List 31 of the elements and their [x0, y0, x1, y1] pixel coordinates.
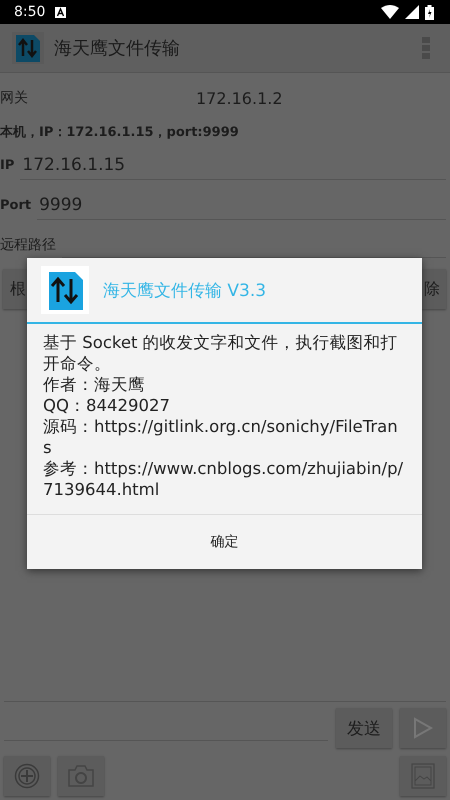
send-button[interactable]: 发送: [336, 708, 392, 748]
battery-icon: [425, 4, 434, 20]
ip-field[interactable]: 172.16.1.15: [20, 150, 446, 180]
dialog-text: QQ：84429027: [43, 395, 171, 416]
notification-icon: [55, 6, 66, 18]
camera-icon: [68, 765, 94, 787]
image-icon: [411, 763, 435, 789]
play-button[interactable]: [400, 708, 446, 748]
port-field[interactable]: 9999: [37, 190, 446, 220]
gallery-button[interactable]: [400, 756, 446, 796]
local-info: 本机，IP：172.16.1.15，port:9999: [0, 124, 240, 142]
dialog-text: 参考：https://www.cnblogs.com/zhujiabin/p/7139644.html: [43, 458, 404, 500]
circle-plus-icon: [14, 763, 40, 789]
ok-button[interactable]: 确定: [27, 515, 422, 569]
ip-label: IP: [0, 158, 14, 172]
clock: 8:50: [14, 4, 46, 20]
app-title: 海天鹰文件传输: [54, 37, 180, 60]
remote-path-label: 远程路径: [0, 236, 56, 254]
gateway-value: 172.16.1.2: [196, 88, 283, 108]
dialog-text: 基于 Socket 的收发文字和文件，执行截图和打开命令。: [43, 332, 399, 374]
wifi-icon: [381, 5, 399, 19]
signal-icon: [405, 5, 419, 19]
gateway-label: 网关: [0, 89, 29, 107]
port-label: Port: [0, 198, 32, 212]
dialog-title: 海天鹰文件传输 V3.3: [103, 280, 266, 302]
play-icon: [413, 717, 433, 739]
dialog-text: 源码：https://gitlink.org.cn/sonichy/FileTrans: [43, 416, 399, 458]
add-button[interactable]: [4, 756, 50, 796]
camera-button[interactable]: [58, 756, 104, 796]
file-arrows-icon: [41, 266, 89, 314]
dialog-text: 作者：海天鹰: [43, 374, 146, 395]
